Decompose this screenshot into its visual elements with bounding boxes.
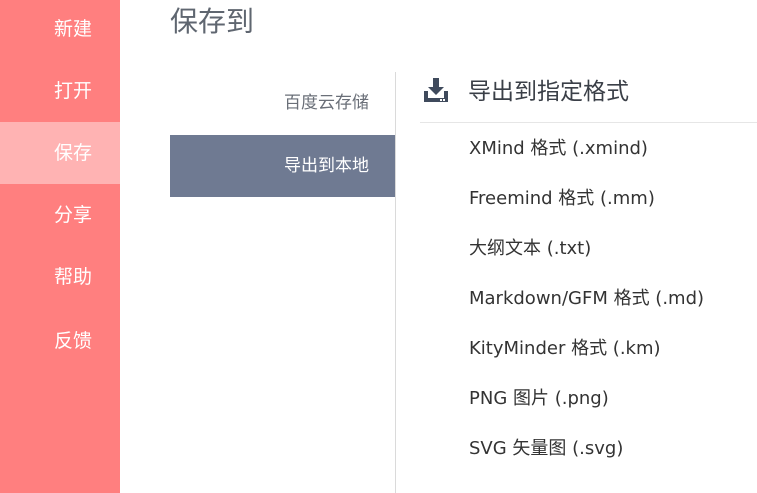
format-svg[interactable]: SVG 矢量图 (.svg) [469, 437, 623, 461]
format-xmind[interactable]: XMind 格式 (.xmind) [469, 137, 648, 161]
sidebar-item-share[interactable]: 分享 [0, 184, 120, 246]
tab-export-local[interactable]: 导出到本地 [170, 135, 395, 197]
download-icon [424, 78, 448, 102]
format-freemind[interactable]: Freemind 格式 (.mm) [469, 187, 655, 211]
format-markdown[interactable]: Markdown/GFM 格式 (.md) [469, 287, 704, 311]
vertical-divider [395, 72, 396, 493]
sidebar-item-open[interactable]: 打开 [0, 60, 120, 122]
format-kityminder[interactable]: KityMinder 格式 (.km) [469, 337, 661, 361]
sidebar: 新建 打开 保存 分享 帮助 反馈 [0, 0, 120, 493]
sidebar-item-save[interactable]: 保存 [0, 122, 120, 184]
page-title: 保存到 [170, 5, 255, 38]
format-txt[interactable]: 大纲文本 (.txt) [469, 237, 591, 261]
sidebar-item-feedback[interactable]: 反馈 [0, 310, 120, 372]
format-png[interactable]: PNG 图片 (.png) [469, 387, 609, 411]
tab-baidu-cloud[interactable]: 百度云存储 [170, 72, 395, 134]
sidebar-item-help[interactable]: 帮助 [0, 246, 120, 308]
panel-header: 导出到指定格式 [420, 73, 757, 123]
panel-title: 导出到指定格式 [468, 79, 629, 105]
sidebar-item-new[interactable]: 新建 [0, 0, 120, 60]
